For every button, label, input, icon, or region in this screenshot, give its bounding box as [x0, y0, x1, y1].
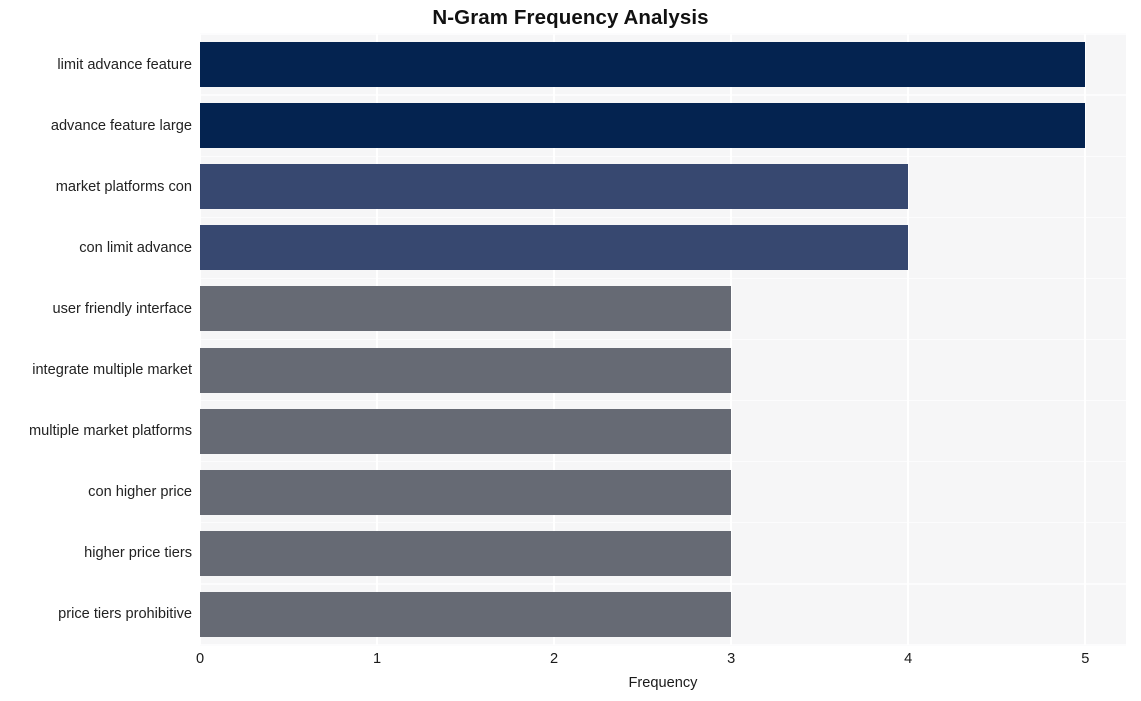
bar	[200, 469, 732, 515]
x-axis-tick-label: 5	[1081, 651, 1090, 667]
y-axis-tick-label: con higher price	[88, 484, 192, 501]
bar	[200, 225, 909, 271]
bar	[200, 408, 732, 454]
y-axis-tick-label: market platforms con	[55, 178, 192, 195]
chart-title: N-Gram Frequency Analysis	[432, 6, 709, 29]
x-axis-tick-label: 1	[372, 651, 382, 667]
bar	[200, 591, 732, 637]
y-axis-tick-label: advance feature large	[50, 117, 192, 134]
y-axis-tick-label: price tiers prohibitive	[58, 606, 192, 623]
chart-figure: N-Gram Frequency Analysis limit advance …	[0, 0, 1141, 701]
x-axis-tick-label: 2	[550, 651, 559, 667]
bar	[200, 347, 732, 393]
x-axis-tick-labels: 0 1 2 3 4 5	[196, 649, 1126, 671]
x-axis-label: Frequency	[628, 675, 698, 691]
y-axis-tick-label: higher price tiers	[84, 545, 192, 562]
plot-area	[199, 33, 1126, 646]
y-axis-tick-label: limit advance feature	[57, 56, 192, 73]
bar	[200, 164, 909, 210]
x-axis-tick-label: 3	[727, 651, 736, 667]
gridline-horizontal	[200, 338, 1126, 341]
y-axis-tick-label: user friendly interface	[52, 300, 192, 317]
gridline-horizontal	[200, 216, 1126, 218]
y-axis-tick-label: con limit advance	[79, 239, 192, 256]
bar	[200, 103, 1086, 149]
bar	[200, 42, 1086, 88]
gridline-horizontal	[200, 277, 1126, 280]
y-axis-tick-labels: limit advance feature advance feature lar…	[0, 34, 192, 645]
gridline-horizontal	[200, 94, 1126, 96]
bar	[200, 530, 732, 576]
bar	[200, 286, 732, 332]
x-axis-tick-label: 0	[195, 651, 205, 667]
gridline-horizontal	[200, 461, 1126, 463]
gridline-horizontal	[200, 522, 1126, 524]
gridline-horizontal	[200, 33, 1126, 35]
x-axis-tick-label: 4	[904, 651, 913, 667]
y-axis-tick-label: multiple market platforms	[28, 423, 192, 440]
y-axis-tick-label: integrate multiple market	[32, 362, 192, 379]
gridline-horizontal	[200, 155, 1126, 157]
gridline-horizontal	[200, 644, 1126, 646]
gridline-horizontal	[200, 399, 1126, 402]
gridline-horizontal	[200, 583, 1126, 585]
